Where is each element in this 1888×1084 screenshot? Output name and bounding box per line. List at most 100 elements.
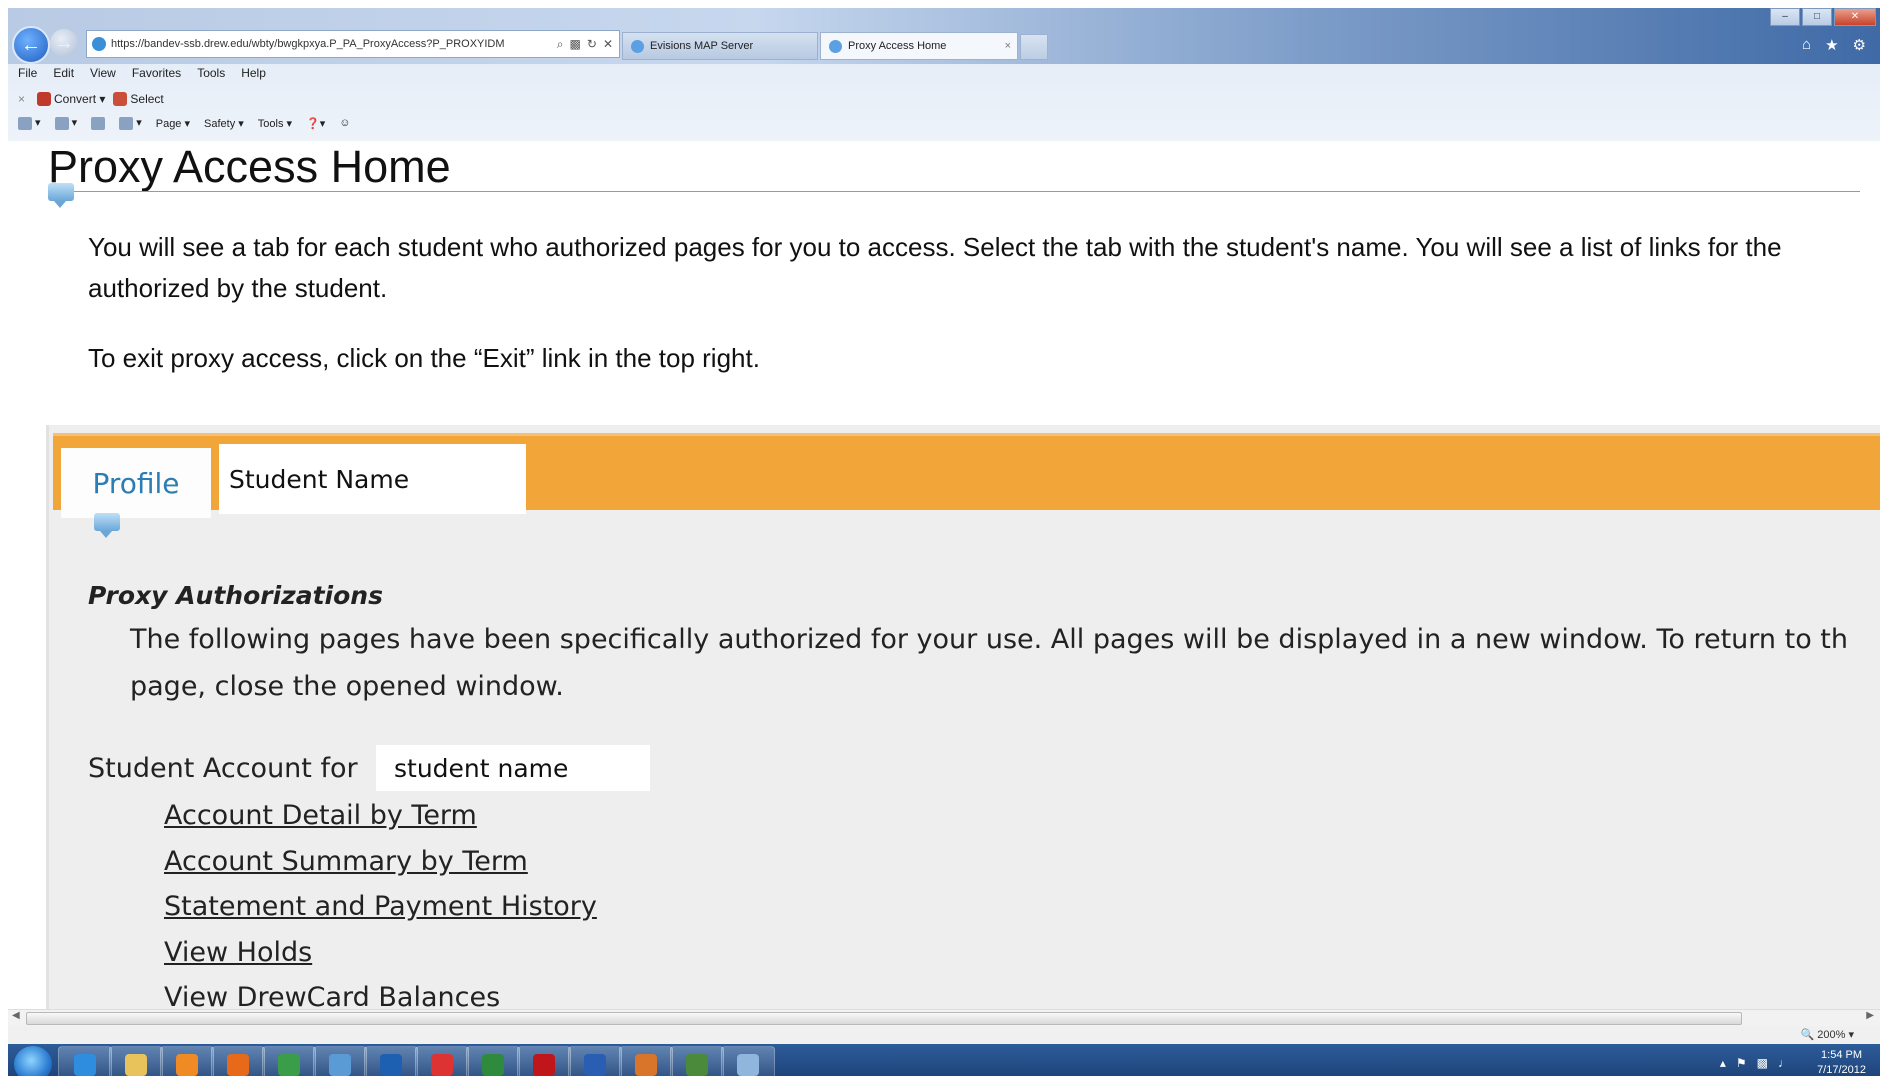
site-icon	[92, 37, 106, 51]
java-icon	[635, 1054, 657, 1076]
refresh-icon[interactable]: ↻	[587, 37, 597, 52]
help-icon[interactable]: ❓▾	[306, 117, 325, 130]
minimize-button[interactable]: –	[1770, 8, 1800, 26]
taskbar-excel-button[interactable]	[466, 1046, 520, 1076]
address-bar[interactable]: https://bandev-ssb.drew.edu/wbty/bwgkpxy…	[86, 30, 620, 58]
menu-file[interactable]: File	[18, 66, 37, 86]
mail-icon[interactable]	[91, 116, 106, 130]
browser-tab-proxy-access[interactable]: Proxy Access Home ×	[820, 32, 1018, 60]
taskbar-photo-gallery-button[interactable]	[313, 1046, 367, 1076]
taskbar-media-player-button[interactable]	[160, 1046, 214, 1076]
print-icon[interactable]: ▾	[119, 116, 142, 130]
command-bar: × Convert ▾ Select	[8, 88, 164, 110]
link-view-holds[interactable]: View Holds	[164, 930, 597, 976]
link-statement-history[interactable]: Statement and Payment History	[164, 884, 597, 930]
menu-tools[interactable]: Tools	[197, 66, 225, 86]
volume-icon[interactable]: ♩	[1778, 1056, 1790, 1070]
close-toolbar-icon[interactable]: ×	[18, 92, 25, 106]
search-icon[interactable]: ⌕	[557, 37, 564, 52]
tab-student-name[interactable]: Student Name	[219, 444, 526, 514]
network-icon[interactable]: ▩	[1757, 1056, 1768, 1070]
start-button[interactable]	[14, 1046, 52, 1076]
zoom-level: 200%	[1817, 1029, 1846, 1041]
taskbar-chrome-button[interactable]	[262, 1046, 316, 1076]
home-toolbar-icon[interactable]: ▾	[18, 116, 41, 130]
safety-menu-label: Safety	[204, 117, 236, 130]
back-button[interactable]: ←	[12, 26, 50, 64]
info-note-icon	[94, 513, 120, 538]
select-button[interactable]: Select	[113, 91, 164, 107]
select-icon	[113, 92, 128, 107]
taskbar-acrobat-button[interactable]	[517, 1046, 571, 1076]
browser-window: ← → https://bandev-ssb.drew.edu/wbty/bwg…	[8, 8, 1880, 1076]
feeds-icon[interactable]: ▾	[54, 116, 77, 130]
lock-icon[interactable]: ▩	[570, 37, 581, 52]
taskbar-app-a-button[interactable]	[364, 1046, 418, 1076]
authorization-text: The following pages have been specifical…	[130, 616, 1880, 710]
gear-icon[interactable]: ⚙	[1853, 36, 1866, 54]
page-title: Proxy Access Home	[48, 141, 451, 192]
app-n-icon	[431, 1054, 453, 1076]
forward-button[interactable]: →	[50, 29, 78, 57]
scroll-left-icon[interactable]: ◀	[12, 1010, 20, 1021]
clock[interactable]: 1:54 PM 7/17/2012	[1817, 1048, 1866, 1076]
taskbar-word-button[interactable]	[568, 1046, 622, 1076]
auth-line-1: The following pages have been specifical…	[130, 624, 1849, 655]
select-label: Select	[130, 91, 164, 106]
internet-explorer-icon	[74, 1054, 96, 1076]
menu-edit[interactable]: Edit	[53, 66, 74, 86]
safety-menu[interactable]: Safety ▾	[204, 117, 244, 130]
flag-icon[interactable]: ⚑	[1736, 1056, 1747, 1070]
convert-pdf-icon	[37, 92, 52, 107]
app-doc-icon	[737, 1054, 759, 1076]
stop-icon[interactable]: ✕	[603, 37, 613, 52]
tools-menu-label: Tools	[257, 117, 284, 130]
scrollbar-thumb[interactable]	[26, 1012, 1742, 1025]
taskbar-app-n-button[interactable]	[415, 1046, 469, 1076]
account-label: Student Account for	[88, 753, 358, 784]
menu-favorites[interactable]: Favorites	[132, 66, 181, 86]
horizontal-scrollbar[interactable]: ◀ ▶	[8, 1009, 1880, 1026]
smiley-icon[interactable]: ☺	[339, 117, 350, 129]
zoom-control[interactable]: 🔍 200% ▾	[1801, 1028, 1854, 1041]
link-drewcard-balances[interactable]: View DrewCard Balances	[164, 975, 597, 1009]
maximize-button[interactable]: □	[1802, 8, 1832, 26]
link-account-summary[interactable]: Account Summary by Term	[164, 839, 597, 885]
page-menu[interactable]: Page ▾	[156, 117, 190, 130]
convert-label: Convert	[54, 91, 97, 106]
browser-tab-label: Evisions MAP Server	[650, 40, 754, 52]
photo-gallery-icon	[329, 1054, 351, 1076]
home-icon[interactable]: ⌂	[1802, 36, 1811, 54]
link-account-detail[interactable]: Account Detail by Term	[164, 793, 597, 839]
address-url[interactable]: https://bandev-ssb.drew.edu/wbty/bwgkpxy…	[111, 38, 557, 50]
title-divider	[48, 191, 1860, 192]
clock-time: 1:54 PM	[1821, 1049, 1863, 1061]
scroll-right-icon[interactable]: ▶	[1866, 1010, 1874, 1021]
status-bar: 🔍 200% ▾	[8, 1026, 1880, 1044]
taskbar-app-server-button[interactable]	[670, 1046, 724, 1076]
file-explorer-icon	[125, 1054, 147, 1076]
title-bar: ← → https://bandev-ssb.drew.edu/wbty/bwg…	[8, 8, 1880, 64]
info-note-icon	[48, 183, 74, 208]
taskbar-firefox-button[interactable]	[211, 1046, 265, 1076]
tab-profile[interactable]: Profile	[61, 448, 211, 518]
taskbar-java-button[interactable]	[619, 1046, 673, 1076]
menu-help[interactable]: Help	[241, 66, 266, 86]
chrome-icon	[278, 1054, 300, 1076]
tools-menu[interactable]: Tools ▾	[258, 117, 292, 130]
new-tab-button[interactable]	[1020, 34, 1048, 60]
convert-button[interactable]: Convert ▾	[37, 92, 105, 107]
student-tab-strip: Profile Student Name	[53, 433, 1880, 518]
app-a-icon	[380, 1054, 402, 1076]
taskbar-internet-explorer-button[interactable]	[58, 1046, 112, 1076]
taskbar-file-explorer-button[interactable]	[109, 1046, 163, 1076]
close-tab-icon[interactable]: ×	[1005, 40, 1011, 52]
taskbar-app-doc-button[interactable]	[721, 1046, 775, 1076]
menu-view[interactable]: View	[90, 66, 116, 86]
favorites-star-icon[interactable]: ★	[1825, 36, 1838, 54]
tray-expand-icon[interactable]: ▴	[1720, 1056, 1726, 1070]
window-close-button[interactable]: ✕	[1834, 8, 1876, 26]
menu-bar: File Edit View Favorites Tools Help	[8, 66, 266, 86]
browser-tab-evisions[interactable]: Evisions MAP Server	[622, 32, 818, 60]
forward-arrow-icon: →	[54, 31, 74, 54]
